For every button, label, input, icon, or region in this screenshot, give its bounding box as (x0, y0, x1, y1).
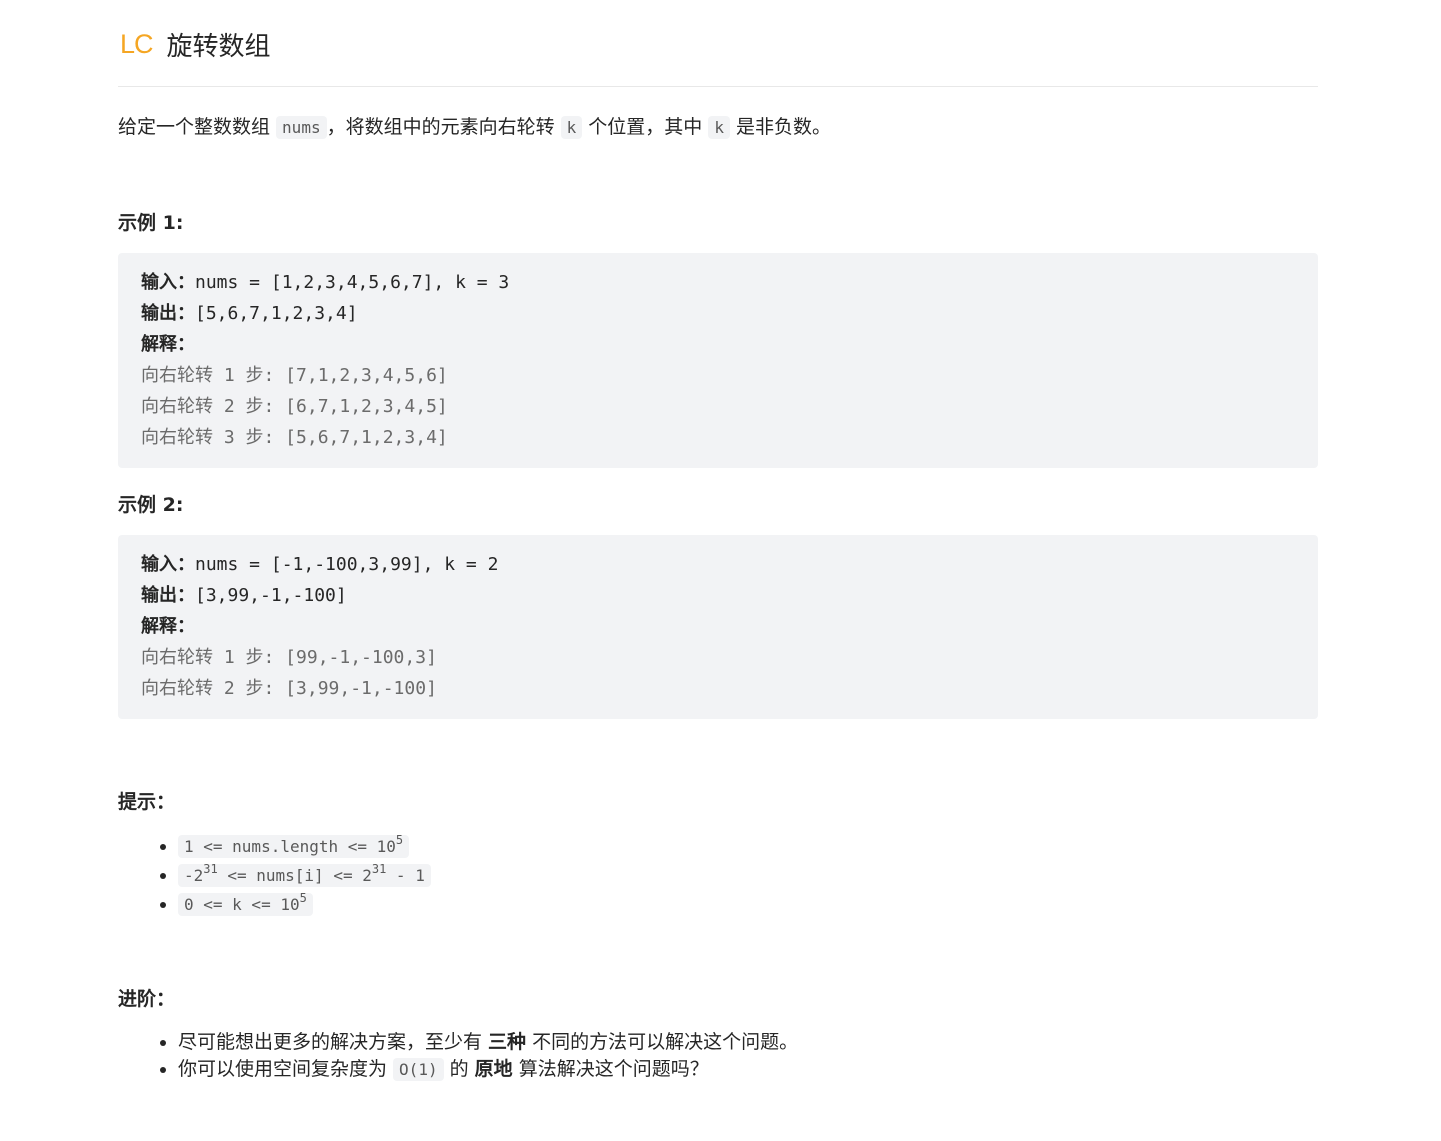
advanced-heading: 进阶： (118, 988, 176, 1010)
problem-title: 旋转数组 (166, 31, 271, 62)
problem-description: 给定一个整数数组 nums ，将数组中的元素向右轮转 k 个位置，其中 k 是非负… (118, 116, 832, 139)
advanced-list: 尽可能想出更多的解决方案，至少有 三种 不同的方法可以解决这个问题。 你可以使用… (158, 1029, 798, 1083)
code-k: k (560, 116, 583, 139)
example-1-step: 向右轮转 1 步: [7,1,2,3,4,5,6] (141, 365, 448, 386)
example-2-step: 向右轮转 2 步: [3,99,-1,-100] (141, 678, 437, 699)
hint-item: -231 <= nums[i] <= 231 - 1 (178, 861, 431, 890)
hints-heading: 提示： (118, 791, 176, 813)
example-2-heading: 示例 2: (118, 494, 184, 516)
advanced-item: 你可以使用空间复杂度为 O(1) 的 原地 算法解决这个问题吗？ (178, 1056, 798, 1083)
hint-item: 0 <= k <= 105 (178, 890, 431, 919)
hint-item: 1 <= nums.length <= 105 (178, 832, 431, 861)
example-1-output: 输出：[5,6,7,1,2,3,4] (141, 303, 358, 324)
example-1-step: 向右轮转 3 步: [5,6,7,1,2,3,4] (141, 427, 448, 448)
hints-list: 1 <= nums.length <= 105 -231 <= nums[i] … (158, 832, 431, 919)
leetcode-logo-icon: LC (120, 28, 154, 59)
example-1-block: 输入：nums = [1,2,3,4,5,6,7], k = 3 输出：[5,6… (118, 253, 1318, 468)
example-1-explain-label: 解释： (141, 334, 195, 355)
example-2-block: 输入：nums = [-1,-100,3,99], k = 2 输出：[3,99… (118, 535, 1318, 719)
code-k: k (708, 116, 730, 139)
example-1-heading: 示例 1: (118, 212, 184, 234)
advanced-item: 尽可能想出更多的解决方案，至少有 三种 不同的方法可以解决这个问题。 (178, 1029, 798, 1056)
example-2-explain-label: 解释： (141, 616, 195, 637)
example-2-output: 输出：[3,99,-1,-100] (141, 585, 347, 606)
example-1-input: 输入：nums = [1,2,3,4,5,6,7], k = 3 (141, 272, 510, 293)
example-2-step: 向右轮转 1 步: [99,-1,-100,3] (141, 647, 437, 668)
problem-page: LC 旋转数组 给定一个整数数组 nums ，将数组中的元素向右轮转 k 个位置，… (118, 0, 1318, 1081)
example-2-input: 输入：nums = [-1,-100,3,99], k = 2 (141, 554, 499, 575)
example-1-step: 向右轮转 2 步: [6,7,1,2,3,4,5] (141, 396, 448, 417)
code-nums: nums (276, 116, 327, 139)
problem-header: LC 旋转数组 (118, 0, 1318, 87)
